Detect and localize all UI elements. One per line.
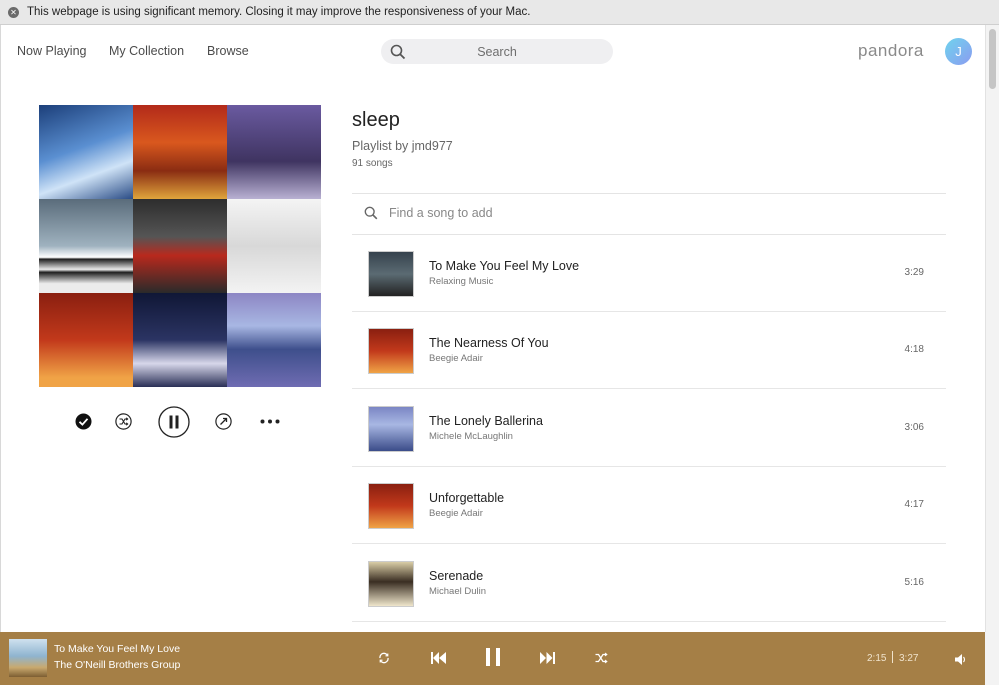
track-row[interactable]: The Lonely Ballerina Michele McLaughlin … [352, 390, 946, 467]
album-art-the-way-you-look-tonight-icon [133, 293, 227, 387]
search-input[interactable]: Search [381, 39, 613, 64]
playlist-title: sleep [352, 109, 400, 131]
track-artist[interactable]: Michele McLaughlin [429, 431, 513, 442]
scrollbar-track [985, 632, 999, 685]
find-song-placeholder: Find a song to add [389, 206, 493, 220]
share-icon [215, 413, 232, 430]
repeat-button[interactable] [378, 651, 390, 669]
check-icon [75, 413, 92, 430]
time-separator [892, 651, 893, 663]
collected-check-button[interactable] [75, 413, 92, 430]
album-art-love-letters-icon [39, 293, 133, 387]
track-duration: 4:18 [904, 344, 924, 355]
album-art-kevin-kern-icon [39, 105, 133, 199]
memory-warning-banner: ✕ This webpage is using significant memo… [0, 0, 999, 25]
next-track-button[interactable] [540, 651, 555, 669]
more-icon [260, 419, 280, 424]
volume-button[interactable] [955, 652, 967, 670]
track-row[interactable]: Serenade Michael Dulin 5:16 [352, 545, 946, 622]
track-album-art-icon [368, 561, 414, 607]
now-playing-artist[interactable]: The O'Neill Brothers Group [54, 659, 180, 671]
album-art-reflections-icon [227, 293, 321, 387]
track-artist[interactable]: Beegie Adair [429, 353, 483, 364]
playlist-owner[interactable]: Playlist by jmd977 [352, 139, 453, 153]
track-title: The Lonely Ballerina [429, 414, 543, 428]
track-album-art-icon [368, 328, 414, 374]
search-icon [364, 206, 378, 225]
nav-my-collection[interactable]: My Collection [109, 44, 184, 58]
track-duration: 3:06 [904, 422, 924, 433]
album-art-red-sweater-icon [133, 199, 227, 293]
repeat-icon [379, 652, 389, 664]
pandora-logo[interactable]: pandora [858, 41, 924, 61]
shuffle-icon [115, 413, 132, 430]
playlist-song-count: 91 songs [352, 158, 393, 169]
now-playing-title[interactable]: To Make You Feel My Love [54, 643, 180, 655]
track-row[interactable]: The Nearness Of You Beegie Adair 4:18 [352, 312, 946, 389]
shuffle-button[interactable] [115, 413, 132, 430]
nav-now-playing[interactable]: Now Playing [17, 44, 86, 58]
skip-back-icon [431, 652, 446, 664]
track-album-art-icon [368, 483, 414, 529]
play-pause-button[interactable] [158, 406, 190, 438]
track-artist[interactable]: Michael Dulin [429, 586, 486, 597]
track-artist[interactable]: Beegie Adair [429, 508, 483, 519]
album-art-smokey-robinson-icon [227, 105, 321, 199]
track-artist[interactable]: Relaxing Music [429, 276, 493, 287]
total-time: 3:27 [899, 653, 919, 664]
track-title: Unforgettable [429, 491, 505, 505]
left-border [0, 25, 1, 632]
album-art-solo-piano-icon [39, 199, 133, 293]
skip-forward-icon [540, 652, 555, 664]
track-duration: 4:17 [904, 499, 924, 510]
shuffle-icon [595, 652, 608, 664]
nav-browse[interactable]: Browse [207, 44, 249, 58]
playlist-artwork-collage [39, 105, 321, 387]
album-art-sketch-icon [227, 199, 321, 293]
app-window: ✕ This webpage is using significant memo… [0, 0, 999, 685]
track-row[interactable]: Unforgettable Beegie Adair 4:17 [352, 467, 946, 544]
user-avatar[interactable]: J [945, 38, 972, 65]
track-album-art-icon [368, 406, 414, 452]
elapsed-time: 2:15 [867, 653, 887, 664]
more-options-button[interactable] [260, 419, 280, 424]
now-playing-bar: To Make You Feel My Love The O'Neill Bro… [0, 632, 985, 685]
now-playing-album-art-icon[interactable] [9, 639, 47, 677]
banner-text: This webpage is using significant memory… [27, 6, 531, 18]
previous-track-button[interactable] [431, 651, 446, 669]
volume-icon [955, 654, 966, 665]
track-album-art-icon [368, 251, 414, 297]
pause-icon [486, 648, 500, 666]
pause-icon [158, 406, 190, 438]
track-duration: 5:16 [904, 577, 924, 588]
vertical-scrollbar[interactable] [985, 25, 999, 632]
find-song-input[interactable]: Find a song to add [352, 194, 946, 234]
shuffle-toggle-button[interactable] [595, 651, 608, 669]
close-icon[interactable]: ✕ [8, 6, 19, 18]
track-row[interactable]: To Make You Feel My Love Relaxing Music … [352, 235, 946, 312]
now-playing-pause-button[interactable] [485, 647, 501, 672]
track-title: To Make You Feel My Love [429, 259, 580, 273]
share-button[interactable] [215, 413, 232, 430]
track-title: Serenade [429, 569, 484, 583]
track-duration: 3:29 [904, 267, 924, 278]
album-art-beegie-adair-icon [133, 105, 227, 199]
track-title: The Nearness Of You [429, 336, 549, 350]
top-navigation: Now Playing My Collection Browse Search … [0, 25, 985, 77]
search-placeholder: Search [477, 45, 517, 59]
scrollbar-thumb[interactable] [989, 29, 996, 89]
